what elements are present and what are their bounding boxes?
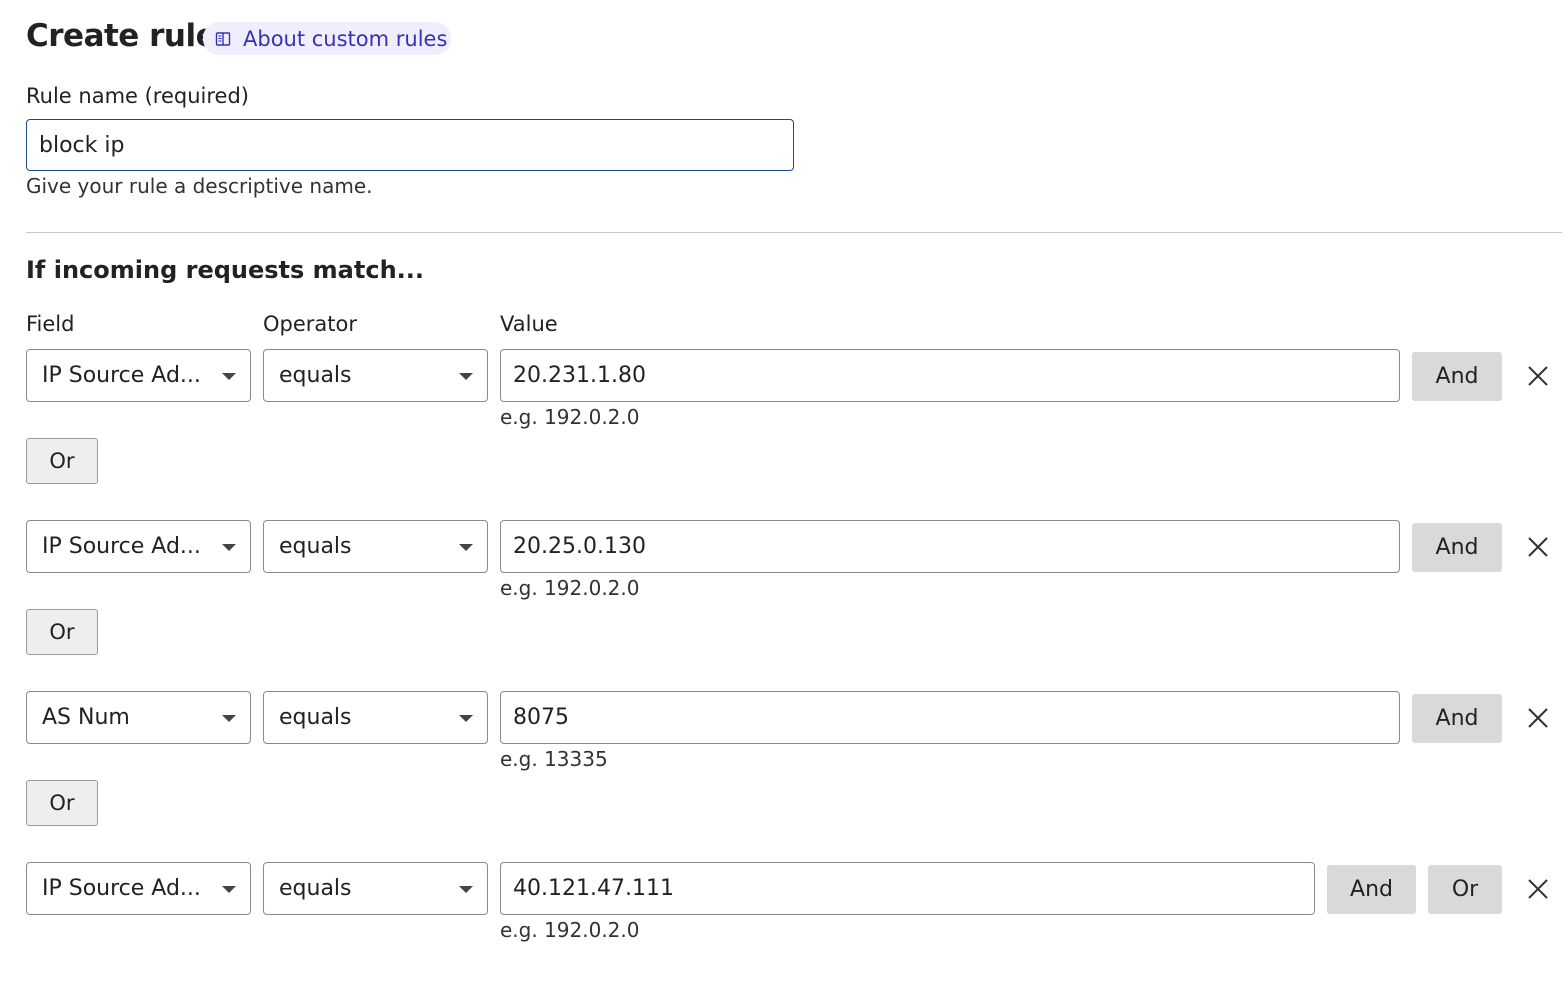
operator-column-label: Operator — [263, 312, 357, 336]
caret-down-icon — [222, 543, 236, 551]
field-select-value: IP Source Ad... — [42, 363, 201, 388]
operator-select[interactable]: equals — [263, 520, 488, 573]
value-input[interactable] — [500, 691, 1400, 744]
value-example-hint: e.g. 192.0.2.0 — [500, 918, 640, 942]
or-button[interactable]: Or — [26, 609, 98, 655]
close-icon[interactable] — [1525, 705, 1551, 731]
caret-down-icon — [222, 885, 236, 893]
rule-name-label: Rule name (required) — [26, 84, 249, 108]
value-example-hint: e.g. 192.0.2.0 — [500, 576, 640, 600]
field-column-label: Field — [26, 312, 75, 336]
rule-name-input[interactable] — [26, 119, 794, 171]
operator-select-value: equals — [279, 363, 352, 388]
operator-select[interactable]: equals — [263, 862, 488, 915]
and-button[interactable]: And — [1412, 352, 1502, 401]
caret-down-icon — [459, 714, 473, 722]
value-column-label: Value — [500, 312, 558, 336]
book-icon — [215, 31, 231, 46]
field-select[interactable]: IP Source Ad... — [26, 349, 251, 402]
match-section-title: If incoming requests match... — [26, 256, 425, 284]
field-select-value: IP Source Ad... — [42, 534, 201, 559]
or-button[interactable]: Or — [1428, 865, 1502, 914]
section-divider — [26, 232, 1562, 233]
field-select-value: AS Num — [42, 705, 130, 730]
about-custom-rules-label: About custom rules — [243, 26, 448, 51]
field-select-value: IP Source Ad... — [42, 876, 201, 901]
operator-select[interactable]: equals — [263, 349, 488, 402]
value-input[interactable] — [500, 349, 1400, 402]
close-icon[interactable] — [1525, 534, 1551, 560]
field-select[interactable]: IP Source Ad... — [26, 862, 251, 915]
operator-select[interactable]: equals — [263, 691, 488, 744]
operator-select-value: equals — [279, 534, 352, 559]
caret-down-icon — [459, 885, 473, 893]
page-title: Create rule — [26, 18, 217, 54]
value-example-hint: e.g. 13335 — [500, 747, 608, 771]
close-icon[interactable] — [1525, 876, 1551, 902]
and-button[interactable]: And — [1327, 865, 1416, 914]
or-button[interactable]: Or — [26, 780, 98, 826]
close-icon[interactable] — [1525, 363, 1551, 389]
rule-name-hint: Give your rule a descriptive name. — [26, 174, 373, 198]
caret-down-icon — [222, 714, 236, 722]
caret-down-icon — [459, 372, 473, 380]
and-button[interactable]: And — [1412, 523, 1502, 572]
operator-select-value: equals — [279, 705, 352, 730]
or-button[interactable]: Or — [26, 438, 98, 484]
about-custom-rules-link[interactable]: About custom rules — [203, 22, 451, 55]
value-input[interactable] — [500, 862, 1315, 915]
value-input[interactable] — [500, 520, 1400, 573]
operator-select-value: equals — [279, 876, 352, 901]
caret-down-icon — [222, 372, 236, 380]
field-select[interactable]: IP Source Ad... — [26, 520, 251, 573]
value-example-hint: e.g. 192.0.2.0 — [500, 405, 640, 429]
and-button[interactable]: And — [1412, 694, 1502, 743]
caret-down-icon — [459, 543, 473, 551]
field-select[interactable]: AS Num — [26, 691, 251, 744]
